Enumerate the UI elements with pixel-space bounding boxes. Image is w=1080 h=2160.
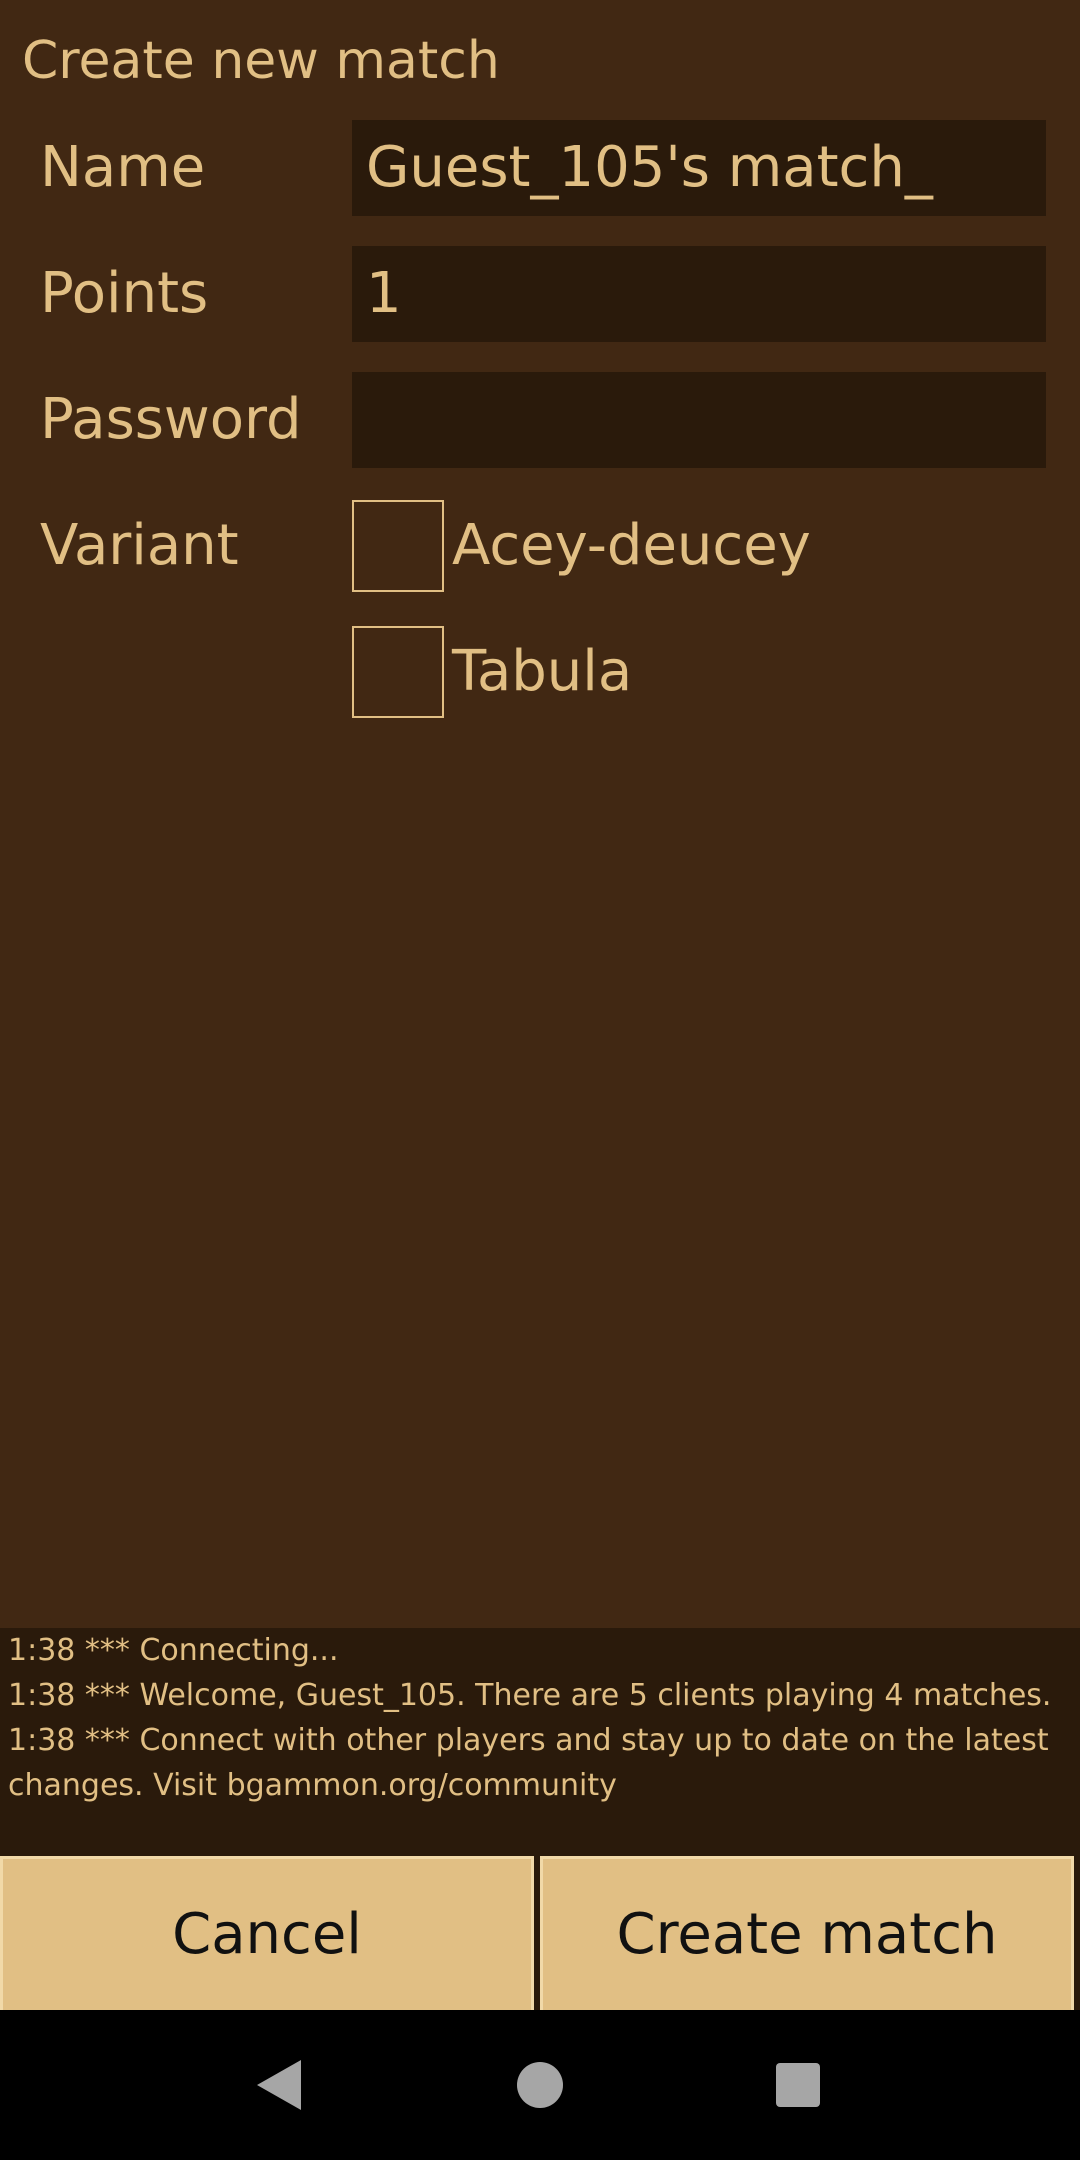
variant-option-acey-deucey[interactable]: Acey-deucey xyxy=(352,498,811,594)
log-line: 1:38 *** Connect with other players and … xyxy=(8,1723,1049,1758)
cancel-button[interactable]: Cancel xyxy=(0,1856,534,2010)
log-line: 1:38 *** Welcome, Guest_105. There are 5… xyxy=(8,1678,1052,1713)
password-input[interactable] xyxy=(352,372,1046,468)
footer-button-bar: Cancel Create match xyxy=(0,1852,1080,2010)
name-input[interactable] xyxy=(352,120,1046,216)
variant-option-tabula[interactable]: Tabula xyxy=(352,624,632,720)
home-circle-icon[interactable] xyxy=(500,2045,580,2125)
log-line: changes. Visit bgammon.org/community xyxy=(8,1768,617,1803)
create-match-button[interactable]: Create match xyxy=(540,1856,1074,2010)
recents-square-icon[interactable] xyxy=(758,2045,838,2125)
server-log-panel[interactable]: 1:38 *** Connecting... 1:38 *** Welcome,… xyxy=(0,1628,1080,1852)
create-match-screen: Create new match Name Points Password Va… xyxy=(0,0,1080,2160)
page-title: Create new match xyxy=(22,31,500,91)
tabula-checkbox[interactable] xyxy=(352,626,444,718)
log-line: 1:38 *** Connecting... xyxy=(8,1633,339,1668)
points-input[interactable] xyxy=(352,246,1046,342)
name-label: Name xyxy=(40,135,206,200)
password-label: Password xyxy=(40,387,302,452)
acey-deucey-label: Acey-deucey xyxy=(452,513,811,578)
tabula-label: Tabula xyxy=(452,639,633,704)
variant-label: Variant xyxy=(40,513,239,578)
acey-deucey-checkbox[interactable] xyxy=(352,500,444,592)
back-triangle-icon[interactable] xyxy=(240,2045,320,2125)
points-label: Points xyxy=(40,261,209,326)
system-navigation-bar xyxy=(0,2010,1080,2160)
